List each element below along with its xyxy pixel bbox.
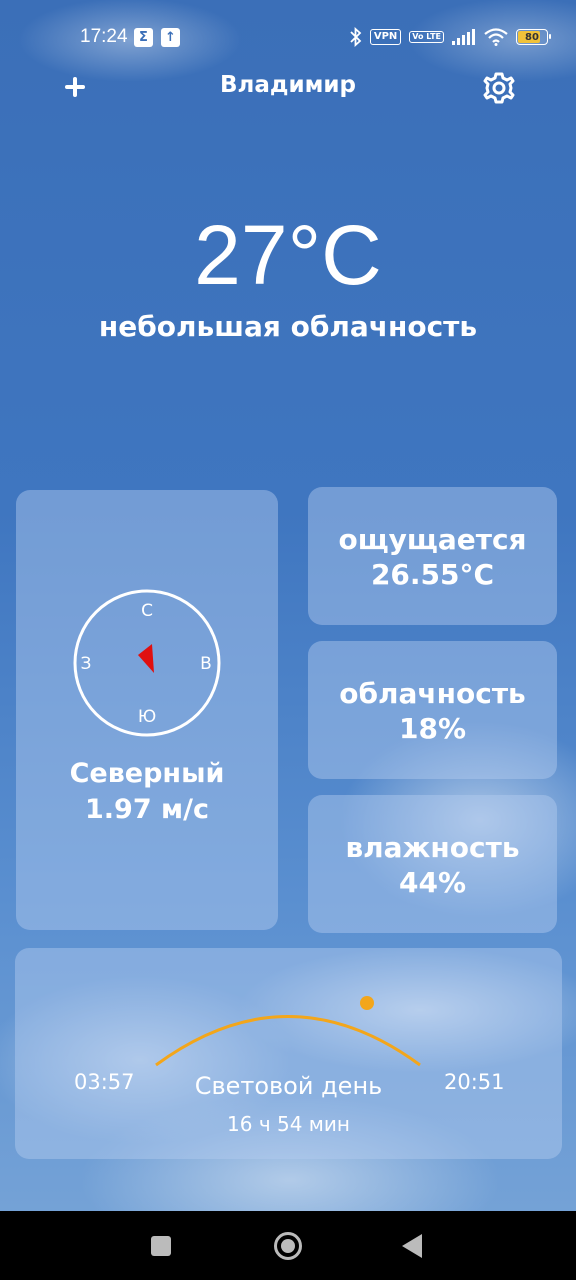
wind-direction: Северный	[69, 758, 225, 789]
system-nav-bar	[0, 1211, 576, 1280]
humidity-card: влажность 44%	[308, 795, 557, 933]
humidity-value: 44%	[398, 866, 467, 899]
daylight-label: Световой день	[194, 1072, 383, 1100]
feels-like-value: 26.55°C	[370, 558, 495, 591]
sigma-notification-icon: Σ	[134, 28, 153, 47]
back-button[interactable]	[402, 1234, 422, 1258]
cloudiness-label: облачность	[339, 677, 526, 710]
wind-speed: 1.97 м/с	[85, 794, 209, 825]
bluetooth-icon	[350, 27, 362, 47]
feels-like-label: ощущается	[338, 523, 527, 556]
wifi-icon	[484, 28, 508, 46]
compass-south: Ю	[138, 707, 156, 727]
upload-notification-icon: ↑	[161, 28, 180, 47]
daylight-card: 03:57 20:51 Световой день 16 ч 54 мин	[15, 948, 562, 1159]
home-button[interactable]	[274, 1232, 302, 1260]
settings-gear-icon[interactable]	[481, 70, 517, 106]
battery-level: 80	[525, 31, 539, 43]
vpn-icon: VPN	[369, 29, 402, 45]
current-temperature: 27°C	[194, 208, 382, 302]
cloudiness-value: 18%	[398, 712, 467, 745]
compass-east: В	[200, 654, 212, 674]
compass-north: С	[141, 601, 153, 621]
daylight-duration: 16 ч 54 мин	[227, 1112, 350, 1136]
cloudiness-card: облачность 18%	[308, 641, 557, 779]
app-header: Владимир	[0, 60, 576, 116]
recents-button[interactable]	[151, 1236, 171, 1256]
status-icons: VPN Vo LTE 80	[350, 26, 551, 48]
sun-arc-line	[155, 1015, 421, 1067]
status-time: 17:24	[80, 26, 128, 47]
volte-icon: Vo LTE	[409, 31, 444, 43]
compass-west: З	[81, 654, 92, 674]
wind-direction-arrow-icon	[138, 644, 154, 673]
humidity-label: влажность	[345, 831, 520, 864]
sun-icon	[360, 996, 374, 1010]
wind-card: С В Ю З Северный 1.97 м/с	[16, 490, 278, 930]
feels-like-card: ощущается 26.55°C	[308, 487, 557, 625]
battery-icon: 80	[516, 29, 551, 45]
weather-description: небольшая облачность	[98, 310, 478, 343]
wind-compass: С В Ю З	[73, 589, 221, 737]
signal-icon	[452, 29, 475, 45]
